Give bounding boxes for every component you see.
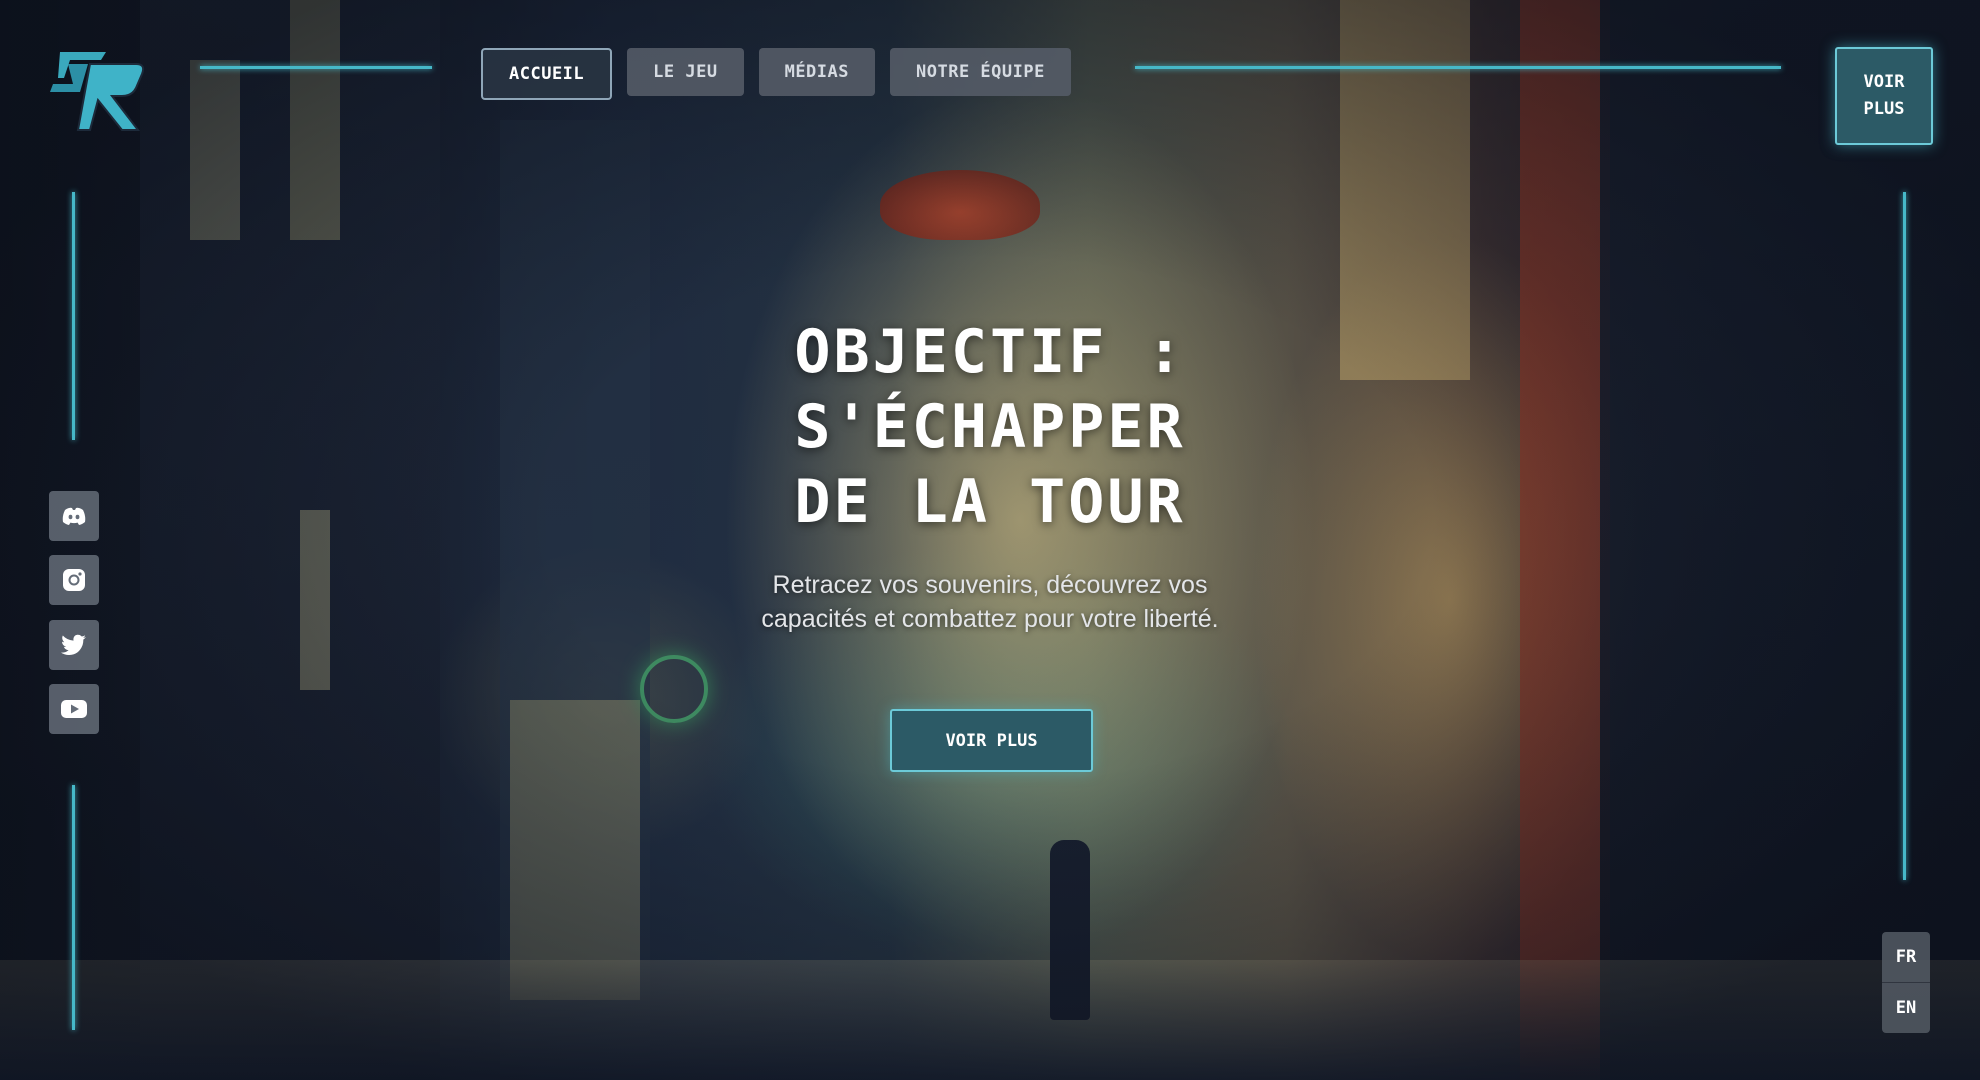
right-divider [1903, 192, 1906, 880]
lang-en-button[interactable]: EN [1882, 982, 1930, 1033]
youtube-link[interactable] [49, 684, 99, 734]
left-divider-bottom [72, 785, 75, 1030]
logo[interactable] [46, 48, 146, 138]
discord-link[interactable] [49, 491, 99, 541]
discord-icon [62, 507, 86, 525]
hero-title-line1: OBJECTIF : [794, 317, 1186, 387]
lang-fr-button[interactable]: FR [1882, 932, 1930, 982]
instagram-link[interactable] [49, 555, 99, 605]
voir-plus-top-line1: VOIR [1863, 72, 1905, 92]
hero-title-line2: S'ÉCHAPPER [794, 392, 1186, 462]
top-left-divider [200, 66, 432, 69]
instagram-icon [63, 569, 85, 591]
hero-subtitle: Retracez vos souvenirs, découvrez vos ca… [761, 571, 1219, 633]
main-nav: ACCUEIL LE JEU MÉDIAS NOTRE ÉQUIPE [481, 48, 1071, 100]
voir-plus-top-button[interactable]: VOIR PLUS [1835, 47, 1933, 145]
nav-le-jeu[interactable]: LE JEU [627, 48, 744, 96]
background-illustration [0, 0, 1980, 1080]
hero-title: OBJECTIF : S'ÉCHAPPER DE LA TOUR [690, 315, 1290, 540]
top-right-divider [1135, 66, 1781, 69]
nav-notre-equipe[interactable]: NOTRE ÉQUIPE [890, 48, 1071, 96]
twitter-link[interactable] [49, 620, 99, 670]
nav-accueil[interactable]: ACCUEIL [481, 48, 613, 100]
voir-plus-hero-button[interactable]: VOIR PLUS [890, 709, 1093, 772]
voir-plus-top-line2: PLUS [1863, 99, 1905, 119]
language-switcher: FR EN [1882, 932, 1930, 1033]
twitter-icon [61, 634, 86, 656]
left-divider-top [72, 192, 75, 440]
hero-title-line3: DE LA TOUR [794, 467, 1186, 537]
youtube-icon [61, 700, 87, 718]
nav-medias[interactable]: MÉDIAS [758, 48, 875, 96]
